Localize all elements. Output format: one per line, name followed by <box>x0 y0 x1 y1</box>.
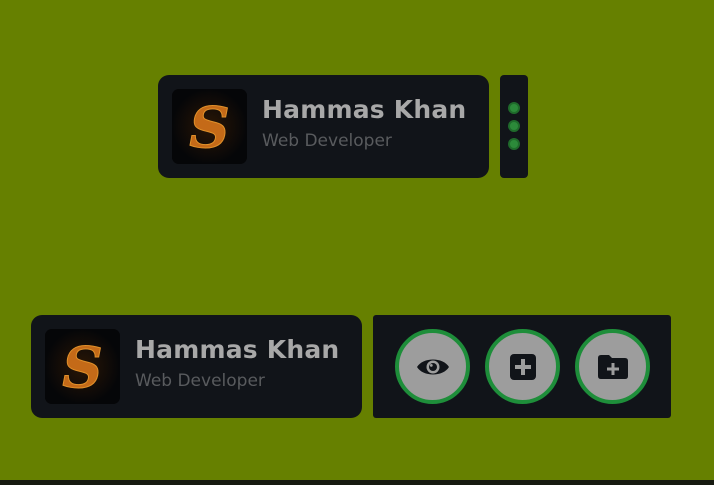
profile-card-bottom: S Hammas Khan Web Developer <box>31 315 362 418</box>
actions-panel <box>373 315 671 418</box>
add-folder-button[interactable] <box>575 329 650 404</box>
view-button[interactable] <box>395 329 470 404</box>
svg-text:S: S <box>189 95 229 161</box>
dot-icon <box>508 102 520 114</box>
folder-plus-icon <box>597 354 628 379</box>
dot-icon <box>508 120 520 132</box>
dot-icon <box>508 138 520 150</box>
avatar: S <box>172 89 247 164</box>
menu-toggle-button[interactable] <box>500 75 528 178</box>
svg-text:S: S <box>62 335 102 401</box>
plus-square-icon <box>509 353 536 380</box>
profile-name: Hammas Khan <box>262 95 467 124</box>
bottom-edge-divider <box>0 480 714 485</box>
add-button[interactable] <box>485 329 560 404</box>
profile-role: Web Developer <box>135 371 265 391</box>
profile-card-top: S Hammas Khan Web Developer <box>158 75 489 178</box>
profile-name: Hammas Khan <box>135 335 340 364</box>
eye-icon <box>416 359 449 374</box>
s-monogram-icon: S <box>45 329 120 404</box>
avatar: S <box>45 329 120 404</box>
profile-role: Web Developer <box>262 131 392 151</box>
s-monogram-icon: S <box>172 89 247 164</box>
